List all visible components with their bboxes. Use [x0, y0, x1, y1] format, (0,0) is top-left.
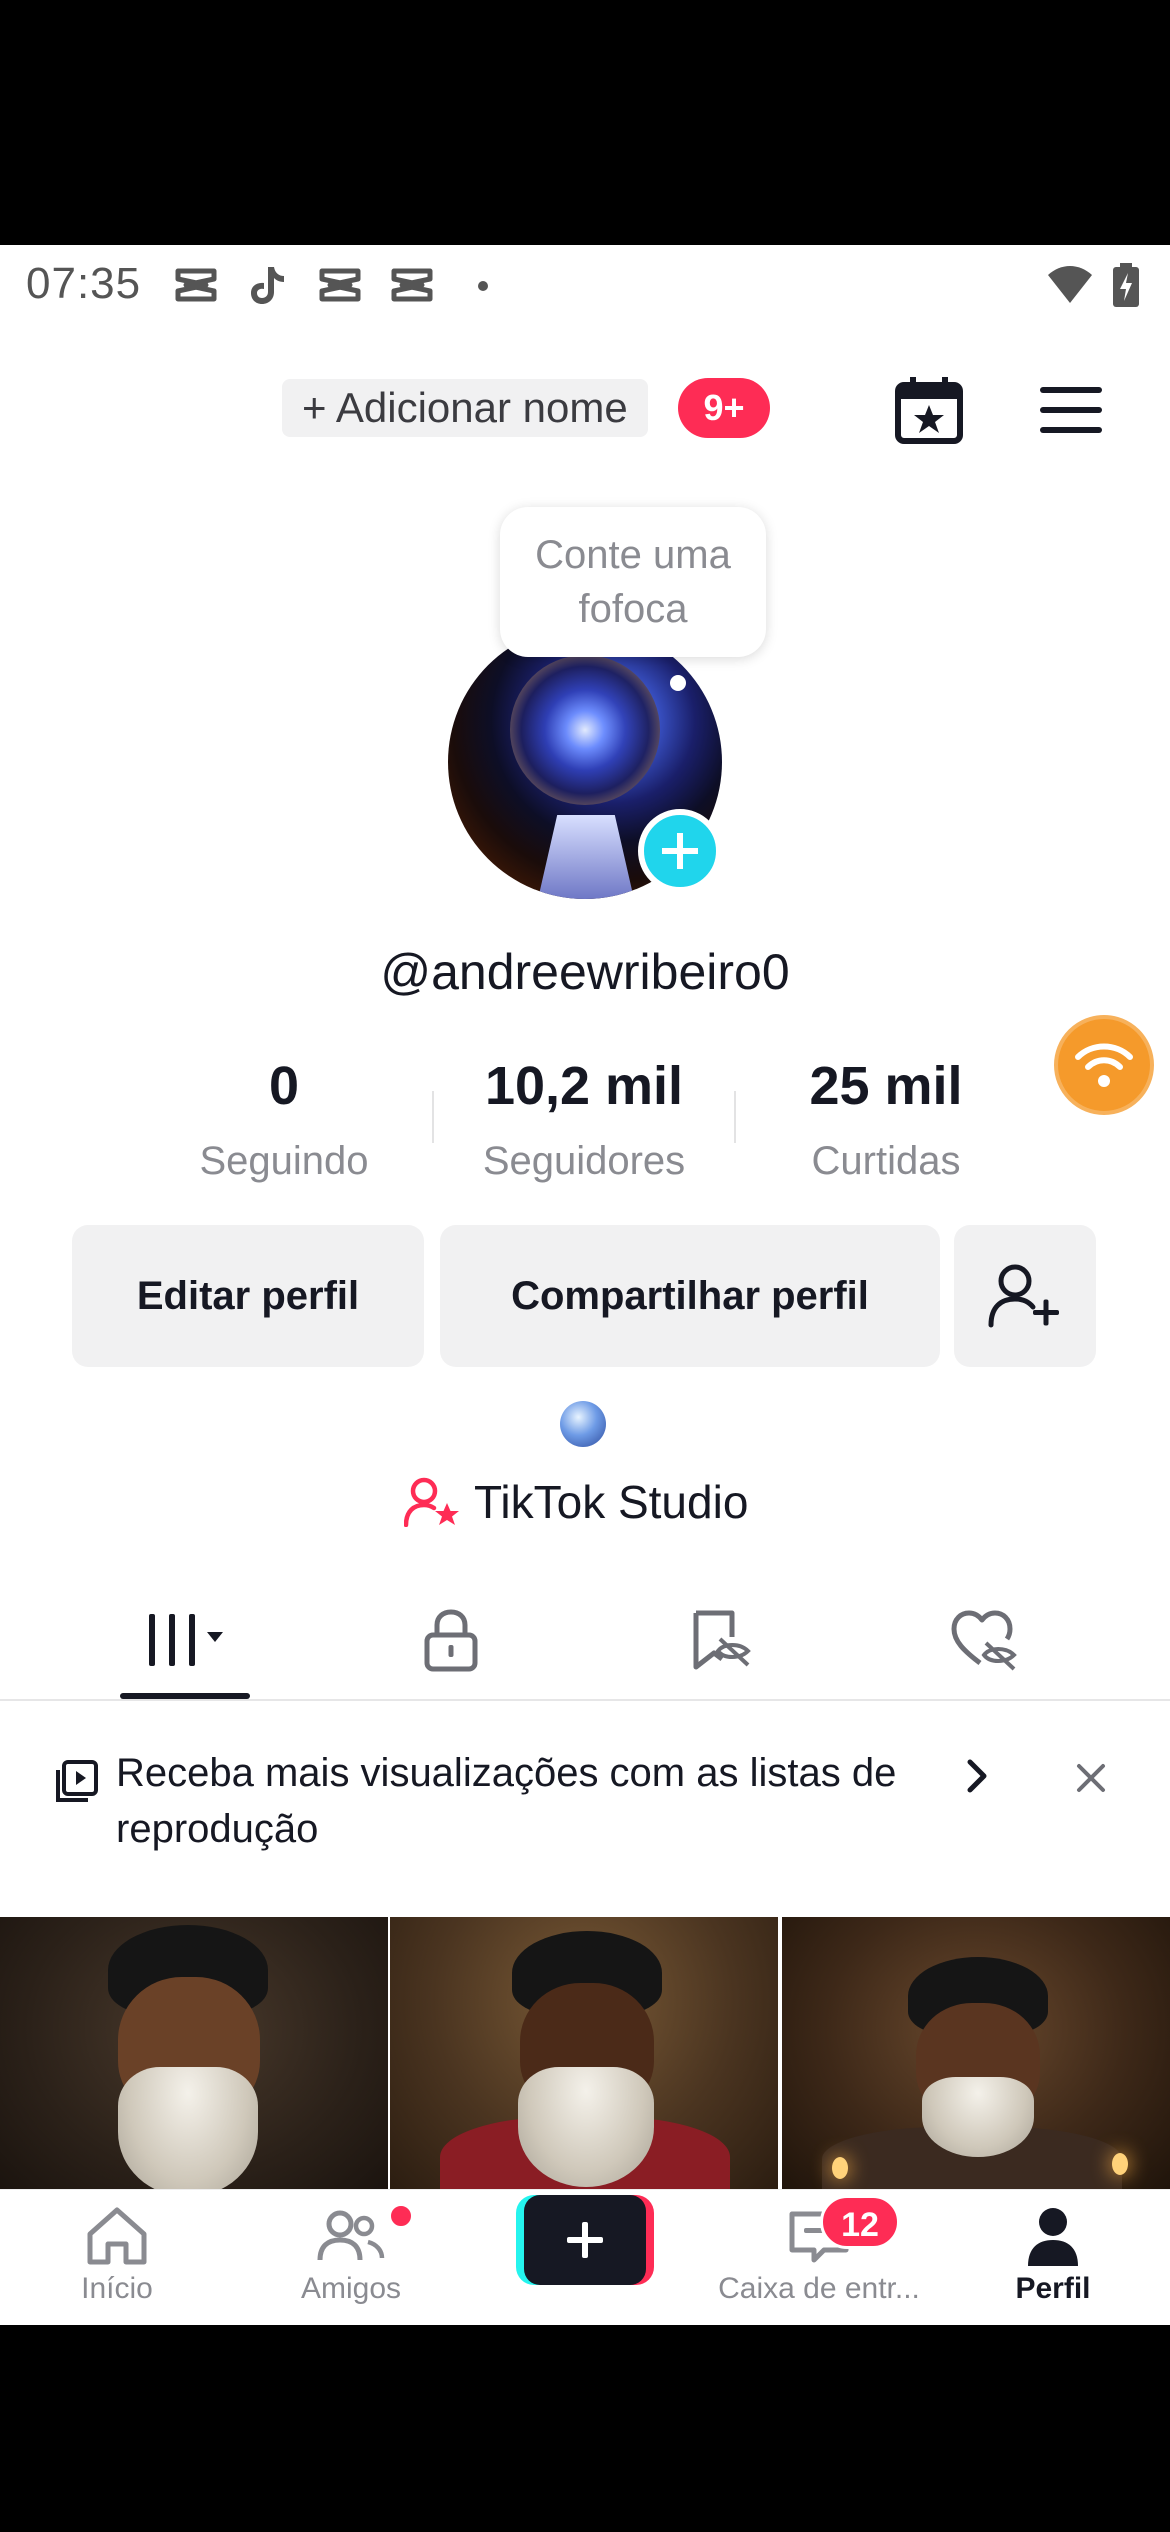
video-thumbnail[interactable] — [782, 1917, 1170, 2197]
chevron-right-icon[interactable] — [962, 1758, 992, 1794]
capcut-icon — [319, 268, 361, 302]
video-thumbnail-beard — [518, 2067, 654, 2187]
tiktok-studio-link[interactable]: TikTok Studio — [404, 1475, 748, 1529]
notifications-badge[interactable]: 9+ — [678, 378, 770, 438]
notification-dot-icon — [478, 281, 488, 291]
add-user-icon — [988, 1264, 1059, 1328]
create-button[interactable] — [516, 2195, 654, 2285]
floating-wifi-button[interactable] — [1054, 1015, 1154, 1115]
avatar-image — [510, 655, 660, 805]
globe-icon[interactable] — [560, 1401, 606, 1447]
stat-label: Seguindo — [199, 1139, 369, 1183]
videos-grid-icon — [149, 1614, 223, 1666]
nav-label: Perfil — [1015, 2272, 1091, 2305]
phone-screen: 07:35 + Adicionar nome 9+ Conte uma fofo… — [0, 245, 1170, 2325]
calendar-star-icon[interactable] — [892, 373, 966, 447]
nav-home[interactable]: Início — [0, 2190, 234, 2325]
stat-following[interactable]: 0 Seguindo — [134, 1055, 434, 1184]
share-profile-button[interactable]: Compartilhar perfil — [440, 1225, 940, 1367]
nav-label: Início — [81, 2272, 153, 2305]
avatar-image-base — [538, 815, 634, 899]
nav-inbox[interactable]: Caixa de entr... — [702, 2190, 936, 2325]
status-bar: 07:35 — [0, 245, 1170, 325]
wifi-icon — [1075, 1043, 1133, 1087]
stat-likes[interactable]: 25 mil Curtidas — [736, 1055, 1036, 1184]
saved-hidden-icon — [693, 1610, 751, 1670]
menu-icon[interactable] — [1034, 373, 1108, 447]
profile-icon — [1028, 2208, 1078, 2266]
tab-private[interactable] — [386, 1585, 516, 1695]
nav-label: Caixa de entr... — [718, 2272, 920, 2305]
capcut-icon — [175, 268, 217, 302]
lock-icon — [424, 1609, 478, 1672]
tiktok-icon — [251, 267, 284, 304]
friends-icon — [317, 2210, 385, 2261]
nav-label: Amigos — [300, 2272, 402, 2305]
edit-profile-button[interactable]: Editar perfil — [72, 1225, 424, 1367]
video-thumbnail[interactable] — [0, 1917, 388, 2197]
add-name-button[interactable]: + Adicionar nome — [282, 379, 648, 437]
video-thumbnail[interactable] — [390, 1917, 778, 2197]
candle-icon — [832, 2157, 848, 2179]
candle-icon — [1112, 2153, 1128, 2175]
capcut-icon — [391, 268, 433, 302]
close-icon[interactable] — [1074, 1761, 1108, 1795]
playlist-icon — [54, 1758, 100, 1804]
stat-label: Curtidas — [811, 1139, 961, 1183]
studio-label: TikTok Studio — [474, 1476, 749, 1528]
home-icon — [87, 2207, 147, 2265]
video-thumbnail-beard — [922, 2077, 1034, 2157]
stat-label: Seguidores — [482, 1139, 686, 1183]
create-button-core — [524, 2195, 646, 2285]
battery-icon — [1113, 263, 1139, 307]
liked-hidden-icon — [951, 1610, 1017, 1671]
tab-liked[interactable] — [920, 1585, 1050, 1695]
add-friend-button[interactable] — [954, 1225, 1096, 1367]
create-icon — [567, 2222, 603, 2258]
wifi-icon — [1048, 266, 1092, 303]
status-bubble[interactable]: Conte uma fofoca — [500, 507, 766, 657]
add-avatar-button[interactable] — [638, 809, 722, 893]
username: @andreewribeiro0 — [380, 944, 790, 1000]
nav-friends[interactable]: Amigos — [234, 2190, 468, 2325]
bubble-tail-dot — [670, 675, 686, 691]
stat-value: 25 mil — [809, 1056, 963, 1116]
tab-videos[interactable] — [120, 1585, 250, 1695]
friends-notification-dot — [388, 2203, 414, 2229]
stat-followers[interactable]: 10,2 mil Seguidores — [434, 1055, 734, 1184]
nav-profile[interactable]: Perfil — [936, 2190, 1170, 2325]
tab-saved[interactable] — [656, 1585, 786, 1695]
status-time: 07:35 — [26, 259, 142, 308]
plus-icon — [662, 833, 698, 869]
stat-value: 10,2 mil — [484, 1056, 684, 1116]
studio-icon — [404, 1477, 459, 1527]
video-thumbnail-beard — [118, 2067, 258, 2197]
inbox-badge: 12 — [820, 2195, 900, 2249]
promo-text[interactable]: Receba mais visualizações com as listas … — [116, 1745, 936, 1857]
stat-value: 0 — [268, 1056, 300, 1116]
